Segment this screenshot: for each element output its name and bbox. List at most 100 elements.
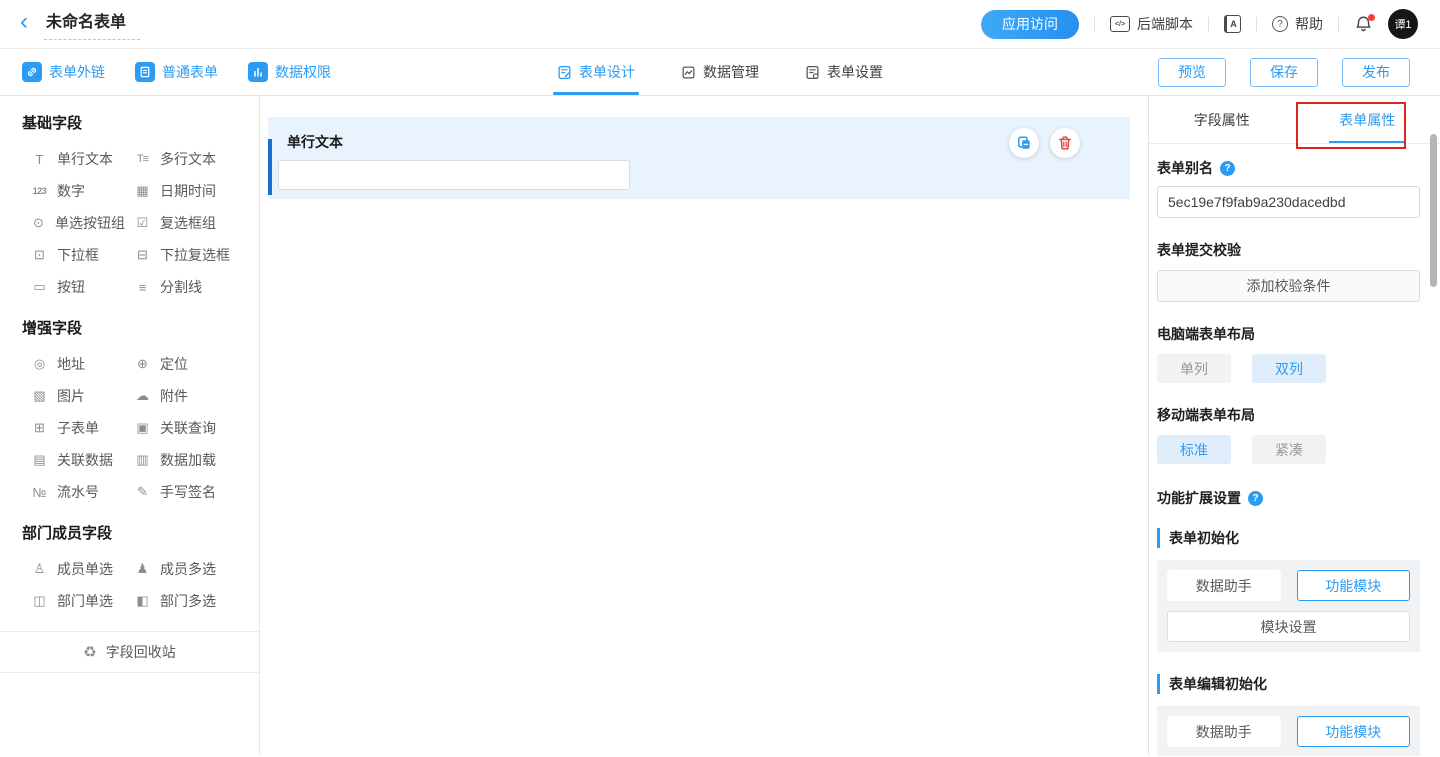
field-item-number[interactable]: 123数字 (22, 175, 125, 207)
data-permission-link[interactable]: 数据权限 (248, 62, 331, 82)
form-init-label: 表单初始化 (1157, 528, 1420, 548)
notification-bell-icon[interactable] (1354, 15, 1373, 33)
section-title: 部门成员字段 (22, 522, 249, 543)
field-item-multi-line-text[interactable]: T≡多行文本 (125, 143, 249, 175)
field-item-subform[interactable]: ⊞子表单 (22, 412, 125, 444)
field-recycle-bin[interactable]: ♻ 字段回收站 (0, 631, 259, 673)
form-canvas[interactable]: 单行文本 (260, 96, 1148, 756)
form-external-link[interactable]: 表单外链 (22, 62, 105, 82)
divider (1208, 17, 1209, 32)
copy-icon (1016, 135, 1032, 151)
location-icon: ⊕ (133, 356, 152, 372)
selection-accent-bar (268, 139, 272, 195)
tab-form-design[interactable]: 表单设计 (557, 49, 635, 95)
field-item-single-line-text[interactable]: T单行文本 (22, 143, 125, 175)
field-label: 单行文本 (268, 117, 1130, 152)
form-init-box: 数据助手 功能模块 模块设置 (1157, 560, 1420, 652)
ext-settings-label: 功能扩展设置 ? (1157, 488, 1420, 508)
tab-form-settings[interactable]: 表单设置 (805, 49, 883, 95)
dropdown-multi-icon: ⊟ (133, 247, 152, 263)
field-item-checkbox-group[interactable]: ☑复选框组 (125, 207, 249, 239)
form-alias-input[interactable] (1157, 186, 1420, 218)
section-member-fields: 部门成员字段 ♙成员单选 ♟成员多选 ◫部门单选 ◧部门多选 (0, 522, 259, 617)
plain-form-icon (135, 62, 155, 82)
plain-form-link[interactable]: 普通表单 (135, 62, 218, 82)
field-item-radio-group[interactable]: ⊙单选按钮组 (22, 207, 125, 239)
mobile-layout-standard-option[interactable]: 标准 (1157, 435, 1231, 464)
back-icon[interactable]: ‹ (20, 10, 28, 34)
divider (1338, 17, 1339, 32)
field-item-location[interactable]: ⊕定位 (125, 348, 249, 380)
form-init-module-settings-button[interactable]: 模块设置 (1167, 611, 1410, 642)
member-single-icon: ♙ (30, 561, 49, 577)
mobile-layout-compact-option[interactable]: 紧凑 (1252, 435, 1326, 464)
properties-tabs: 字段属性 表单属性 (1149, 96, 1440, 144)
form-external-link-label: 表单外链 (49, 62, 105, 82)
field-item-dept-single[interactable]: ◫部门单选 (22, 585, 125, 617)
attachment-icon: ☁ (133, 388, 152, 404)
backend-script-button[interactable]: </> 后端脚本 (1110, 14, 1193, 34)
pc-layout-single-option[interactable]: 单列 (1157, 354, 1231, 383)
avatar[interactable]: 谭1 (1388, 9, 1418, 39)
field-item-member-multi[interactable]: ♟成员多选 (125, 553, 249, 585)
pc-layout-double-option[interactable]: 双列 (1252, 354, 1326, 383)
help-button[interactable]: ? 帮助 (1272, 14, 1323, 34)
external-link-icon (22, 62, 42, 82)
form-init-data-helper-button[interactable]: 数据助手 (1167, 570, 1281, 601)
field-item-signature[interactable]: ✎手写签名 (125, 476, 249, 508)
field-item-serial-number[interactable]: №流水号 (22, 476, 125, 508)
single-line-text-icon: T (30, 152, 49, 167)
field-item-dropdown-multi[interactable]: ⊟下拉复选框 (125, 239, 249, 271)
form-edit-init-func-module-button[interactable]: 功能模块 (1297, 716, 1411, 747)
form-title[interactable]: 未命名表单 (44, 8, 140, 40)
field-item-image[interactable]: ▧图片 (22, 380, 125, 412)
field-palette-sidebar: 基础字段 T单行文本 T≡多行文本 123数字 ▦日期时间 ⊙单选按钮组 ☑复选… (0, 96, 260, 756)
field-input[interactable] (278, 160, 630, 190)
copy-field-button[interactable] (1009, 128, 1039, 158)
quick-links: 表单外链 普通表单 数据权限 (22, 62, 331, 82)
publish-button[interactable]: 发布 (1342, 58, 1410, 87)
tab-field-properties[interactable]: 字段属性 (1149, 96, 1295, 143)
data-permission-link-label: 数据权限 (275, 62, 331, 82)
field-item-dept-multi[interactable]: ◧部门多选 (125, 585, 249, 617)
radio-group-icon: ⊙ (30, 215, 47, 231)
form-edit-init-data-helper-button[interactable]: 数据助手 (1167, 716, 1281, 747)
field-item-data-load[interactable]: ▥数据加载 (125, 444, 249, 476)
field-item-dropdown[interactable]: ⊡下拉框 (22, 239, 125, 271)
field-item-address[interactable]: ◎地址 (22, 348, 125, 380)
checkbox-group-icon: ☑ (133, 215, 152, 231)
alias-help-icon[interactable]: ? (1220, 161, 1235, 176)
save-button[interactable]: 保存 (1250, 58, 1318, 87)
contacts-icon: A (1224, 15, 1241, 33)
button-field-icon: ▭ (30, 279, 49, 295)
field-action-buttons (1009, 128, 1080, 158)
form-init-func-module-button[interactable]: 功能模块 (1297, 570, 1411, 601)
tab-data-manage[interactable]: 数据管理 (681, 49, 759, 95)
field-item-linked-query[interactable]: ▣关联查询 (125, 412, 249, 444)
data-permission-icon (248, 62, 268, 82)
ext-settings-help-icon[interactable]: ? (1248, 491, 1263, 506)
contacts-button[interactable]: A (1224, 15, 1241, 33)
panel-scrollbar[interactable] (1430, 134, 1437, 287)
backend-script-label: 后端脚本 (1137, 14, 1193, 34)
app-access-button[interactable]: 应用访问 (981, 10, 1079, 39)
field-item-attachment[interactable]: ☁附件 (125, 380, 249, 412)
selected-field-block[interactable]: 单行文本 (268, 117, 1130, 199)
divider (1094, 17, 1095, 32)
code-icon: </> (1110, 16, 1130, 32)
field-item-member-single[interactable]: ♙成员单选 (22, 553, 125, 585)
add-validation-button[interactable]: 添加校验条件 (1157, 270, 1420, 302)
delete-field-button[interactable] (1050, 128, 1080, 158)
section-enhanced-fields: 增强字段 ◎地址 ⊕定位 ▧图片 ☁附件 ⊞子表单 ▣关联查询 ▤关联数据 ▥数… (0, 317, 259, 508)
field-item-linked-data[interactable]: ▤关联数据 (22, 444, 125, 476)
pc-layout-toggle: 单列 双列 (1157, 354, 1420, 383)
preview-button[interactable]: 预览 (1158, 58, 1226, 87)
dept-multi-icon: ◧ (133, 593, 152, 609)
divider (1256, 17, 1257, 32)
field-item-button[interactable]: ▭按钮 (22, 271, 125, 303)
tab-form-properties[interactable]: 表单属性 (1295, 96, 1440, 143)
field-item-divider[interactable]: ≡分割线 (125, 271, 249, 303)
field-item-datetime[interactable]: ▦日期时间 (125, 175, 249, 207)
serial-number-icon: № (30, 485, 49, 500)
main-area: 基础字段 T单行文本 T≡多行文本 123数字 ▦日期时间 ⊙单选按钮组 ☑复选… (0, 96, 1440, 756)
